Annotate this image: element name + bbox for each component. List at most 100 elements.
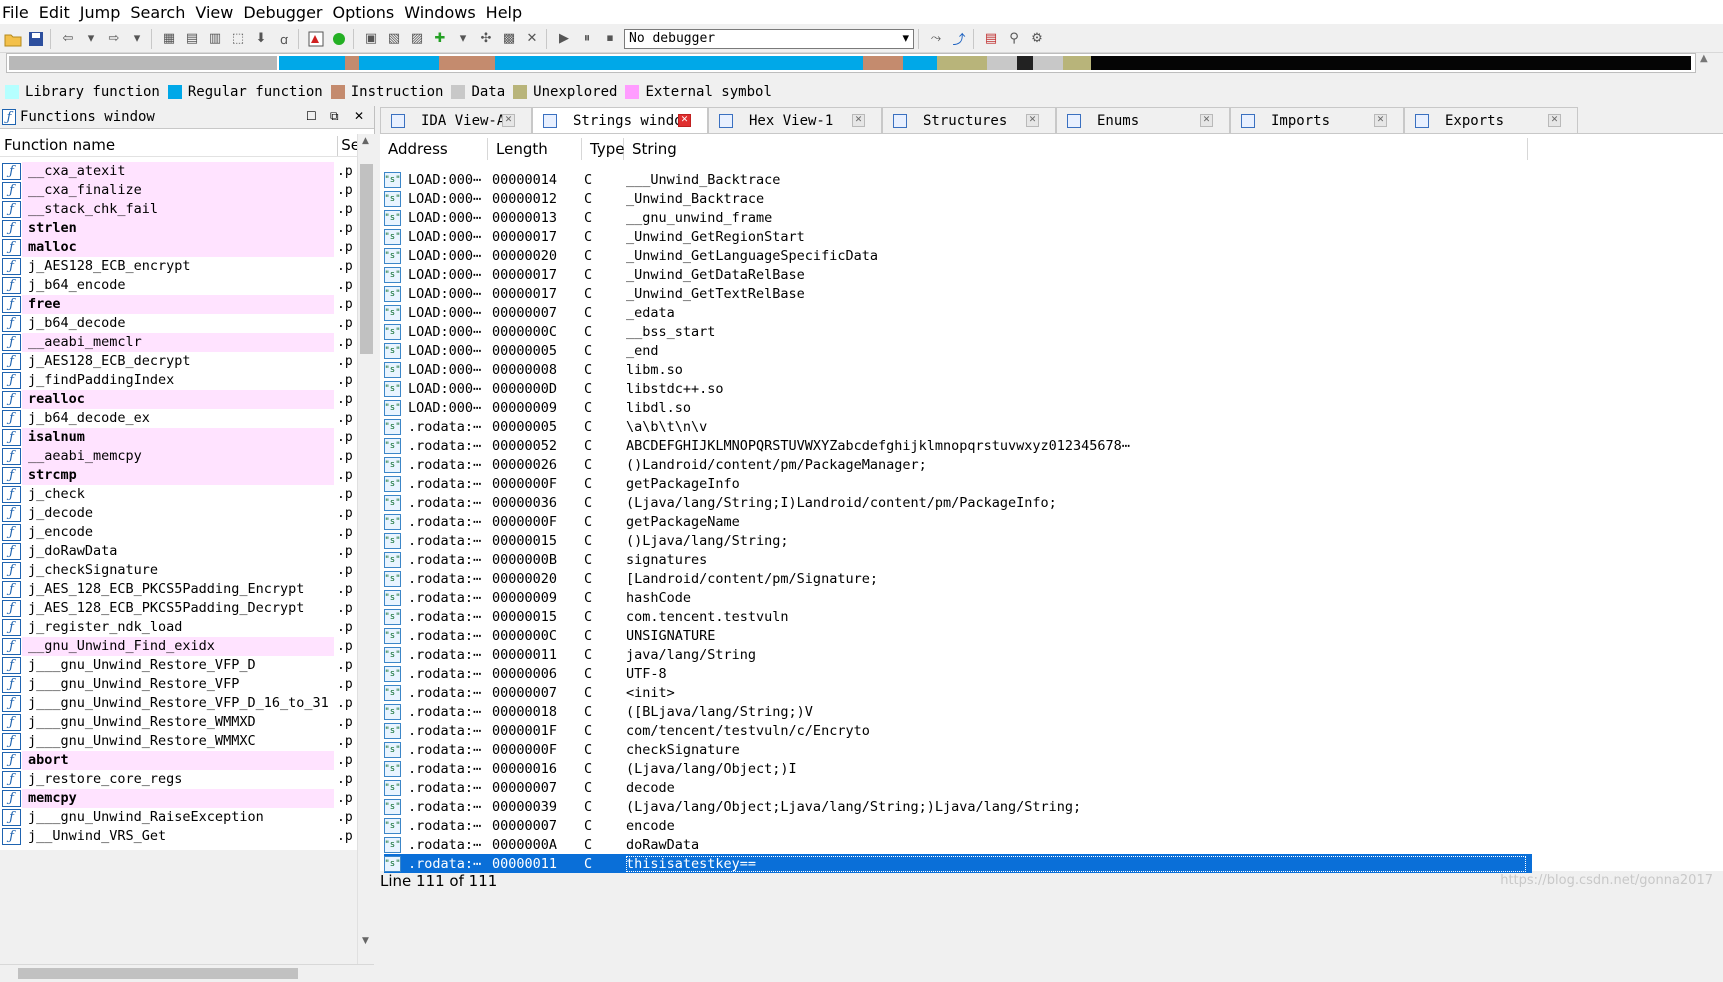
pause-icon[interactable]: ⏸ [577, 29, 597, 49]
function-row[interactable]: ƒ abort .p [0, 751, 356, 770]
string-row[interactable]: "s" .rodata:⋯ 00000011 Cthisisatestkey== [384, 854, 1532, 873]
string-row[interactable]: "s" LOAD:000⋯ 00000013 C __gnu_unwind_frame [384, 208, 1532, 227]
string-row[interactable]: "s" LOAD:000⋯ 00000007 C _edata [384, 303, 1532, 322]
string-row[interactable]: "s" LOAD:000⋯ 0000000C C __bss_start [384, 322, 1532, 341]
function-row[interactable]: ƒ __cxa_atexit .p [0, 162, 356, 181]
function-row[interactable]: ƒ strlen .p [0, 219, 356, 238]
menu-view[interactable]: View [195, 3, 243, 22]
menu-debugger[interactable]: Debugger [243, 3, 332, 22]
menu-file[interactable]: File [0, 3, 39, 22]
string-row[interactable]: "s" .rodata:⋯ 0000001F Ccom/tencent/testvul… [384, 721, 1532, 740]
function-row[interactable]: ƒ malloc .p [0, 238, 356, 257]
copy-text-icon[interactable]: ▤ [182, 29, 202, 49]
menu-jump[interactable]: Jump [80, 3, 131, 22]
function-row[interactable]: ƒ j___gnu_Unwind_Restore_WMMXC .p [0, 732, 356, 751]
string-row[interactable]: "s" .rodata:⋯ 00000020 C [Landroid/content/p… [384, 569, 1532, 588]
string-row[interactable]: "s" .rodata:⋯ 00000036 C (Ljava/lang/String;… [384, 493, 1532, 512]
debugger-select[interactable]: No debugger ▾ [624, 28, 914, 49]
function-row[interactable]: ƒ memcpy .p [0, 789, 356, 808]
function-row[interactable]: ƒ j_AES_128_ECB_PKCS5Padding_Decrypt .p [0, 599, 356, 618]
close-icon[interactable]: ✕ [1374, 114, 1387, 127]
open-folder-icon[interactable] [3, 29, 23, 49]
function-row[interactable]: ƒ __gnu_Unwind_Find_exidx .p [0, 637, 356, 656]
text-search-icon[interactable]: ꭤ [274, 29, 294, 49]
string-row[interactable]: "s" LOAD:000⋯ 00000017 C _Unwind_GetRegionSt… [384, 227, 1532, 246]
chevron-down-icon[interactable]: ▾ [81, 29, 101, 49]
function-row[interactable]: ƒ realloc .p [0, 390, 356, 409]
string-row[interactable]: "s" .rodata:⋯ 00000039 C (Ljava/lang/Object;… [384, 797, 1532, 816]
string-row[interactable]: "s" .rodata:⋯ 00000005 C \a\b\t\n\v [384, 417, 1532, 436]
chevron-down-icon[interactable]: ▾ [127, 29, 147, 49]
column-header-length[interactable]: Length [488, 138, 582, 160]
function-row[interactable]: ƒ j_AES_128_ECB_PKCS5Padding_Encrypt .p [0, 580, 356, 599]
function-row[interactable]: ƒ j_checkSignature .p [0, 561, 356, 580]
string-row[interactable]: "s" .rodata:⋯ 00000016 C (Ljava/lang/Object;… [384, 759, 1532, 778]
string-row[interactable]: "s" .rodata:⋯ 0000000F CgetPackageInfo [384, 474, 1532, 493]
chart-icon[interactable]: ▩ [499, 29, 519, 49]
step-icon[interactable]: ⤳ [926, 29, 946, 49]
string-row[interactable]: "s" LOAD:000⋯ 00000008 Clibm.so [384, 360, 1532, 379]
close-icon[interactable]: ✕ [852, 114, 865, 127]
function-row[interactable]: ƒ j_b64_decode .p [0, 314, 356, 333]
functions-horizontal-scrollbar[interactable] [0, 964, 374, 982]
string-row[interactable]: "s" .rodata:⋯ 00000052 C ABCDEFGHIJKLMNOPQRS… [384, 436, 1532, 455]
string-row[interactable]: "s" .rodata:⋯ 00000009 ChashCode [384, 588, 1532, 607]
function-row[interactable]: ƒ j_AES128_ECB_decrypt .p [0, 352, 356, 371]
proximity-icon[interactable]: ✣ [476, 29, 496, 49]
function-row[interactable]: ƒ j_decode .p [0, 504, 356, 523]
stop-icon[interactable]: ⏹ [600, 29, 620, 49]
string-row[interactable]: "s" LOAD:000⋯ 00000005 C _end [384, 341, 1532, 360]
function-row[interactable]: ƒ j___gnu_Unwind_RaiseException .p [0, 808, 356, 827]
function-row[interactable]: ƒ __cxa_finalize .p [0, 181, 356, 200]
close-icon[interactable]: ✕ [1200, 114, 1213, 127]
string-row[interactable]: "s" LOAD:000⋯ 00000020 C _Unwind_GetLanguage… [384, 246, 1532, 265]
menu-windows[interactable]: Windows [404, 3, 485, 22]
tab-structures[interactable]: Structures ✕ [882, 107, 1056, 133]
graph-icon[interactable]: ▣ [361, 29, 381, 49]
chevron-up-icon[interactable]: ▲ [362, 136, 369, 146]
function-row[interactable]: ƒ isalnum .p [0, 428, 356, 447]
menu-search[interactable]: Search [130, 3, 195, 22]
string-row[interactable]: "s" .rodata:⋯ 00000015 C ()Ljava/lang/String… [384, 531, 1532, 550]
function-row[interactable]: ƒ j___gnu_Unwind_Restore_VFP_D_16_to_31 .p [0, 694, 356, 713]
string-row[interactable]: "s" .rodata:⋯ 00000007 C <init> [384, 683, 1532, 702]
debug-options-icon[interactable]: ⚙ [1027, 29, 1047, 49]
string-row[interactable]: "s" .rodata:⋯ 00000015 Ccom.tencent.testvul… [384, 607, 1532, 626]
scrollbar-thumb[interactable] [18, 968, 298, 979]
string-row[interactable]: "s" .rodata:⋯ 00000007 Cdecode [384, 778, 1532, 797]
down-arrow-icon[interactable]: ⬇ [251, 29, 271, 49]
chevron-up-icon[interactable]: ▲ [1700, 53, 1708, 64]
image-icon[interactable] [306, 29, 326, 49]
string-row[interactable]: "s" LOAD:000⋯ 00000017 C _Unwind_GetDataRelB… [384, 265, 1532, 284]
close-icon[interactable]: ✕ [678, 114, 691, 127]
tab-strings-window[interactable]: Strings window ✕ [532, 107, 708, 133]
graph-overview-icon[interactable]: ▧ [384, 29, 404, 49]
restore-window-icon[interactable]: ☐ [306, 109, 317, 123]
string-row[interactable]: "s" LOAD:000⋯ 00000009 Clibdl.so [384, 398, 1532, 417]
navigation-band[interactable] [6, 53, 1696, 73]
close-icon[interactable]: ✕ [1548, 114, 1561, 127]
string-row[interactable]: "s" .rodata:⋯ 0000000F CgetPackageName [384, 512, 1532, 531]
functions-vertical-scrollbar[interactable]: ▲ ▼ [357, 134, 375, 964]
tab-imports[interactable]: Imports ✕ [1230, 107, 1404, 133]
function-row[interactable]: ƒ j_b64_encode .p [0, 276, 356, 295]
string-row[interactable]: "s" .rodata:⋯ 0000000B Csignatures [384, 550, 1532, 569]
column-header-function-name[interactable]: Function name [0, 136, 337, 156]
close-x-icon[interactable]: ✕ [522, 29, 542, 49]
string-row[interactable]: "s" .rodata:⋯ 00000006 C UTF-8 [384, 664, 1532, 683]
function-row[interactable]: ƒ j_findPaddingIndex .p [0, 371, 356, 390]
function-row[interactable]: ƒ strcmp .p [0, 466, 356, 485]
breakpoint-list-icon[interactable]: ▤ [981, 29, 1001, 49]
string-row[interactable]: "s" .rodata:⋯ 0000000F CcheckSignature [384, 740, 1532, 759]
save-icon[interactable] [26, 29, 46, 49]
string-row[interactable]: "s" .rodata:⋯ 00000026 C ()Landroid/content/… [384, 455, 1532, 474]
string-row[interactable]: "s" .rodata:⋯ 0000000C C UNSIGNATURE [384, 626, 1532, 645]
function-row[interactable]: ƒ j_restore_core_regs .p [0, 770, 356, 789]
copy-data-icon[interactable]: ▥ [205, 29, 225, 49]
string-row[interactable]: "s" LOAD:000⋯ 00000012 C _Unwind_Backtrace [384, 189, 1532, 208]
function-row[interactable]: ƒ j_AES128_ECB_encrypt .p [0, 257, 356, 276]
function-row[interactable]: ƒ j_encode .p [0, 523, 356, 542]
forward-arrow-icon[interactable]: ⇨ [104, 29, 124, 49]
close-icon[interactable]: ✕ [1026, 114, 1039, 127]
tab-hex-view-1[interactable]: Hex View-1 ✕ [708, 107, 882, 133]
